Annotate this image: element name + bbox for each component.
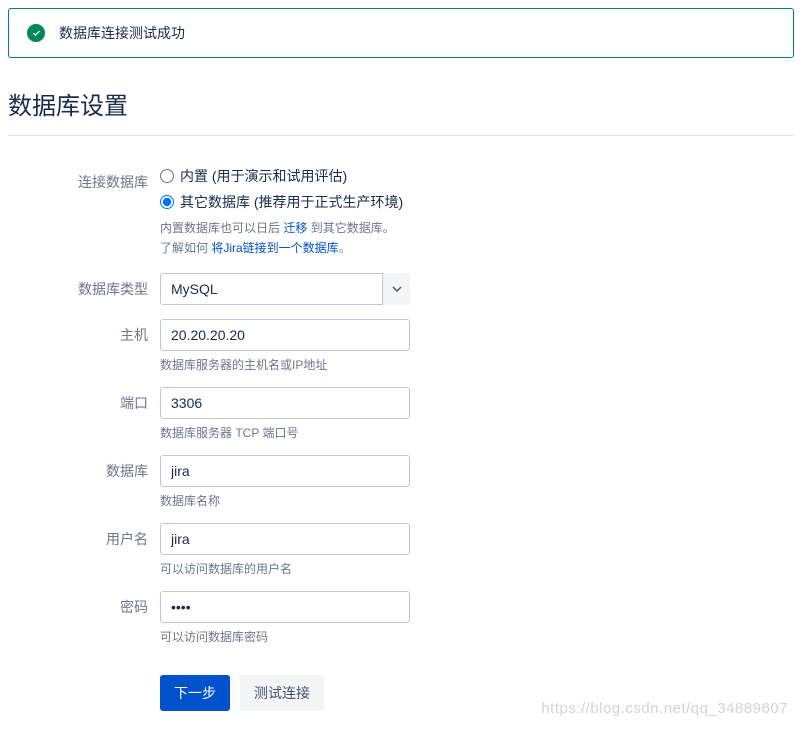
db-type-value: MySQL [160, 273, 410, 305]
label-database: 数据库 [8, 455, 160, 481]
next-button[interactable]: 下一步 [160, 675, 230, 711]
row-username: 用户名 可以访问数据库的用户名 [8, 523, 794, 577]
db-type-select[interactable]: MySQL [160, 273, 410, 305]
label-password: 密码 [8, 591, 160, 617]
row-connect-db: 连接数据库 内置 (用于演示和试用评估) 其它数据库 (推荐用于正式生产环境) … [8, 166, 794, 259]
page-title: 数据库设置 [8, 86, 794, 121]
username-input[interactable] [160, 523, 410, 555]
label-connect-db: 连接数据库 [8, 166, 160, 192]
label-host: 主机 [8, 319, 160, 345]
database-input[interactable] [160, 455, 410, 487]
row-host: 主机 数据库服务器的主机名或IP地址 [8, 319, 794, 373]
test-connection-button[interactable]: 测试连接 [240, 675, 324, 711]
row-port: 端口 数据库服务器 TCP 端口号 [8, 387, 794, 441]
radio-other-label: 其它数据库 (推荐用于正式生产环境) [180, 192, 403, 212]
port-input[interactable] [160, 387, 410, 419]
connect-db-help: 内置数据库也可以日后 迁移 到其它数据库。 了解如何 将Jira链接到一个数据库… [160, 218, 403, 259]
label-port: 端口 [8, 387, 160, 413]
label-db-type: 数据库类型 [8, 273, 160, 299]
radio-other[interactable]: 其它数据库 (推荐用于正式生产环境) [160, 192, 403, 212]
row-password: 密码 可以访问数据库密码 [8, 591, 794, 645]
label-username: 用户名 [8, 523, 160, 549]
watermark: https://blog.csdn.net/qq_34889607 [541, 700, 788, 717]
password-help: 可以访问数据库密码 [160, 628, 410, 645]
check-circle-icon [27, 24, 45, 42]
password-input[interactable] [160, 591, 410, 623]
radio-builtin-label: 内置 (用于演示和试用评估) [180, 166, 347, 186]
success-banner: 数据库连接测试成功 [8, 8, 794, 58]
row-database: 数据库 数据库名称 [8, 455, 794, 509]
radio-other-input[interactable] [160, 195, 174, 209]
host-help: 数据库服务器的主机名或IP地址 [160, 356, 410, 373]
row-db-type: 数据库类型 MySQL [8, 273, 794, 305]
link-jira-db[interactable]: 将Jira链接到一个数据库 [211, 241, 338, 255]
port-help: 数据库服务器 TCP 端口号 [160, 424, 410, 441]
radio-builtin[interactable]: 内置 (用于演示和试用评估) [160, 166, 403, 186]
database-help: 数据库名称 [160, 492, 410, 509]
success-message: 数据库连接测试成功 [59, 23, 185, 43]
link-migrate[interactable]: 迁移 [283, 221, 307, 235]
divider [8, 135, 794, 136]
host-input[interactable] [160, 319, 410, 351]
username-help: 可以访问数据库的用户名 [160, 560, 410, 577]
radio-builtin-input[interactable] [160, 169, 174, 183]
